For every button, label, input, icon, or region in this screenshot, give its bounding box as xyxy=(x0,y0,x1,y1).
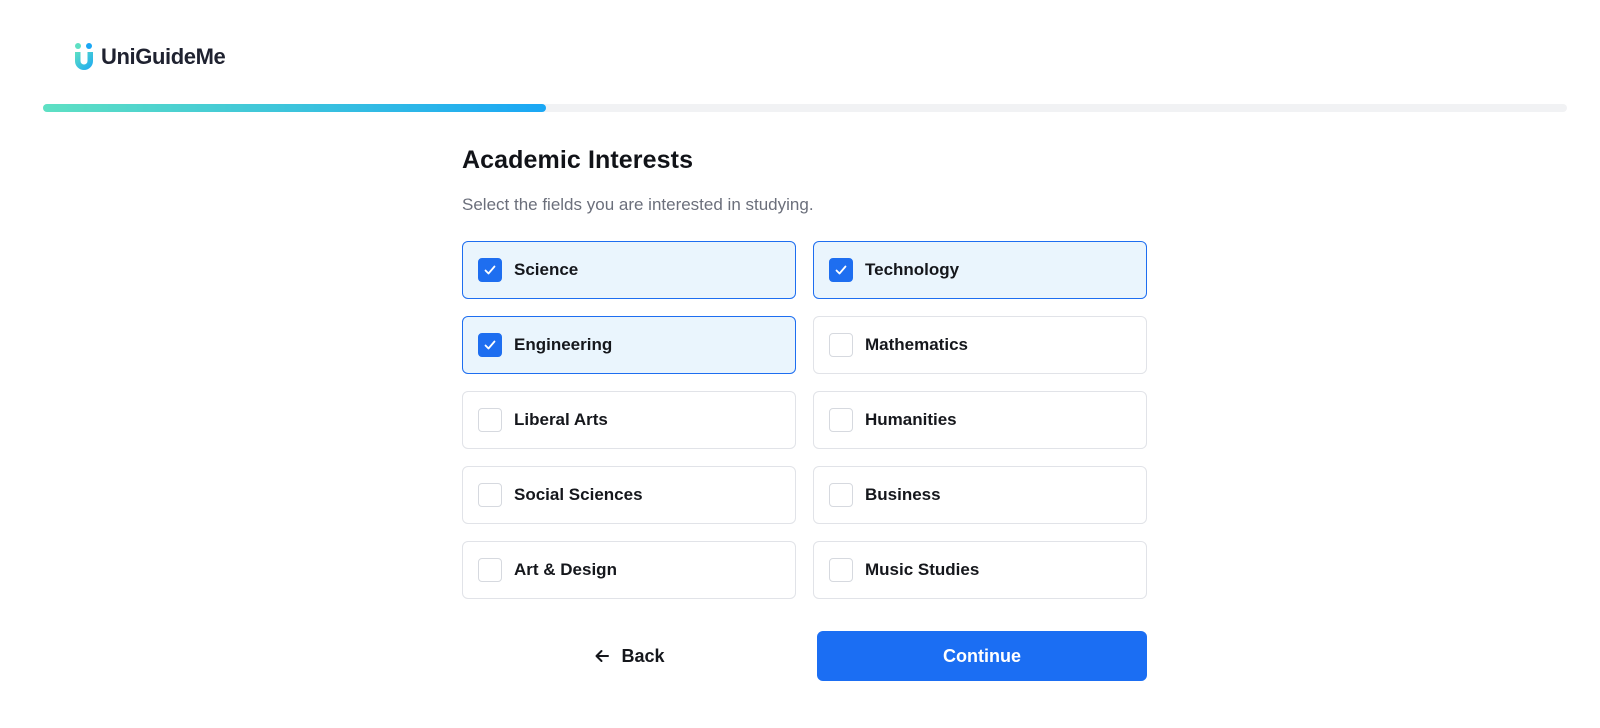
option-liberal-arts[interactable]: Liberal Arts xyxy=(462,391,796,449)
option-humanities[interactable]: Humanities xyxy=(813,391,1147,449)
progress-bar-fill xyxy=(43,104,546,112)
option-science[interactable]: Science xyxy=(462,241,796,299)
option-business[interactable]: Business xyxy=(813,466,1147,524)
option-art-design[interactable]: Art & Design xyxy=(462,541,796,599)
checkbox[interactable] xyxy=(829,408,853,432)
brand-name: UniGuideMe xyxy=(101,44,226,69)
back-button[interactable]: Back xyxy=(462,631,796,681)
option-label: Social Sciences xyxy=(514,485,643,504)
interest-options-grid: Science Technology Engineering Mathemati… xyxy=(462,241,1147,599)
back-button-label: Back xyxy=(621,645,665,666)
checkbox[interactable] xyxy=(478,558,502,582)
checkbox[interactable] xyxy=(829,558,853,582)
checkbox[interactable] xyxy=(829,483,853,507)
uniguideme-logo-icon xyxy=(75,43,93,70)
page-title: Academic Interests xyxy=(462,146,694,174)
check-icon xyxy=(484,340,496,350)
main-content: Academic Interests Select the fields you… xyxy=(462,146,1147,681)
option-technology[interactable]: Technology xyxy=(813,241,1147,299)
option-label: Technology xyxy=(865,260,960,279)
checkbox[interactable] xyxy=(478,258,502,282)
checkbox[interactable] xyxy=(478,408,502,432)
option-mathematics[interactable]: Mathematics xyxy=(813,316,1147,374)
checkbox[interactable] xyxy=(829,258,853,282)
continue-button[interactable]: Continue xyxy=(817,631,1147,681)
brand-logo[interactable]: UniGuideMe xyxy=(73,42,226,72)
option-label: Mathematics xyxy=(865,335,968,354)
option-label: Engineering xyxy=(514,335,613,354)
option-label: Science xyxy=(514,260,579,279)
check-icon xyxy=(484,265,496,275)
checkbox[interactable] xyxy=(478,333,502,357)
check-icon xyxy=(835,265,847,275)
option-label: Humanities xyxy=(865,410,957,429)
form-actions: Back Continue xyxy=(462,631,1147,681)
option-label: Liberal Arts xyxy=(514,410,608,429)
arrow-left-icon xyxy=(595,650,610,662)
option-label: Business xyxy=(865,485,941,504)
option-music-studies[interactable]: Music Studies xyxy=(813,541,1147,599)
option-label: Music Studies xyxy=(865,560,980,579)
option-social-sciences[interactable]: Social Sciences xyxy=(462,466,796,524)
progress-bar xyxy=(43,104,1567,112)
option-label: Art & Design xyxy=(514,560,617,579)
checkbox[interactable] xyxy=(829,333,853,357)
page-subtitle: Select the fields you are interested in … xyxy=(462,195,814,214)
checkbox[interactable] xyxy=(478,483,502,507)
option-engineering[interactable]: Engineering xyxy=(462,316,796,374)
